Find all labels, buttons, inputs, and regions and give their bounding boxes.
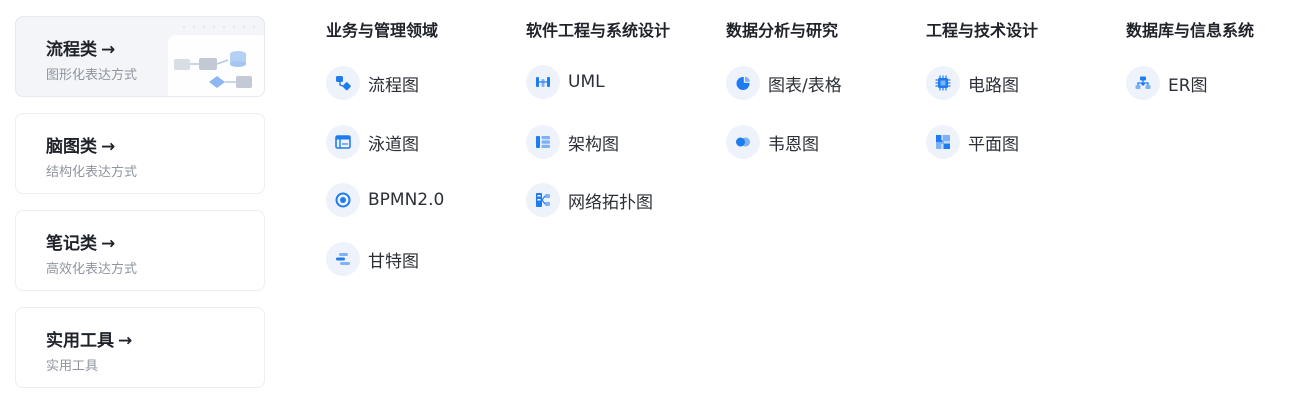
category-card-flow[interactable]: 流程类 → 图形化表达方式 [15, 16, 265, 97]
item-architecture[interactable]: 架构图 [526, 124, 716, 160]
arrow-right-icon: → [101, 40, 116, 60]
item-label: 网络拓扑图 [568, 192, 653, 213]
category-card-notes[interactable]: 笔记类 → 高效化表达方式 [15, 210, 265, 291]
item-gantt[interactable]: 甘特图 [326, 241, 516, 277]
item-label: 甘特图 [368, 251, 419, 272]
arrow-right-icon: → [101, 234, 116, 254]
item-uml[interactable]: UML [526, 64, 716, 100]
item-flowchart[interactable]: 流程图 [326, 65, 516, 101]
category-subtitle: 图形化表达方式 [46, 68, 138, 83]
item-label: UML [568, 72, 605, 92]
item-bpmn[interactable]: BPMN2.0 [326, 182, 516, 218]
column-title: 数据库与信息系统 [1126, 21, 1255, 40]
uml-icon [526, 65, 560, 99]
item-network-topology[interactable]: 网络拓扑图 [526, 182, 716, 218]
column-title: 软件工程与系统设计 [526, 21, 671, 40]
item-label: BPMN2.0 [368, 190, 445, 210]
category-card-tools[interactable]: 实用工具 → 实用工具 [15, 307, 265, 388]
category-title: 流程类 → [46, 40, 116, 60]
item-label: 流程图 [368, 75, 419, 96]
flowchart-icon [326, 66, 360, 100]
network-topology-icon [526, 183, 560, 217]
category-title: 脑图类 → [46, 137, 116, 157]
item-label: 平面图 [968, 134, 1019, 155]
category-card-mindmap[interactable]: 脑图类 → 结构化表达方式 [15, 113, 265, 194]
er-diagram-icon [1126, 66, 1160, 100]
bpmn-icon [326, 183, 360, 217]
arrow-right-icon: → [101, 137, 116, 157]
column-title: 数据分析与研究 [726, 21, 839, 40]
category-subtitle: 实用工具 [46, 359, 99, 374]
category-subtitle: 结构化表达方式 [46, 165, 138, 180]
column-title: 工程与技术设计 [926, 21, 1039, 40]
item-swimlane[interactable]: 泳道图 [326, 124, 516, 160]
item-label: ER图 [1168, 75, 1208, 96]
item-circuit[interactable]: 电路图 [926, 65, 1116, 101]
arrow-right-icon: → [118, 331, 133, 351]
flowchart-illustration-icon [168, 26, 264, 96]
category-subtitle: 高效化表达方式 [46, 262, 138, 277]
item-label: 泳道图 [368, 134, 419, 155]
pie-chart-icon [726, 66, 760, 100]
item-floorplan[interactable]: 平面图 [926, 124, 1116, 160]
floorplan-icon [926, 125, 960, 159]
item-label: 图表/表格 [768, 75, 842, 96]
swimlane-icon [326, 125, 360, 159]
venn-icon [726, 125, 760, 159]
column-title: 业务与管理领域 [326, 21, 439, 40]
item-chart-table[interactable]: 图表/表格 [726, 65, 916, 101]
item-er-diagram[interactable]: ER图 [1126, 65, 1296, 101]
item-venn[interactable]: 韦恩图 [726, 124, 916, 160]
chip-icon [926, 66, 960, 100]
item-label: 韦恩图 [768, 134, 819, 155]
gantt-icon [326, 242, 360, 276]
architecture-icon [526, 125, 560, 159]
category-title: 笔记类 → [46, 234, 116, 254]
item-label: 架构图 [568, 134, 619, 155]
item-label: 电路图 [968, 75, 1019, 96]
category-title: 实用工具 → [46, 331, 133, 351]
